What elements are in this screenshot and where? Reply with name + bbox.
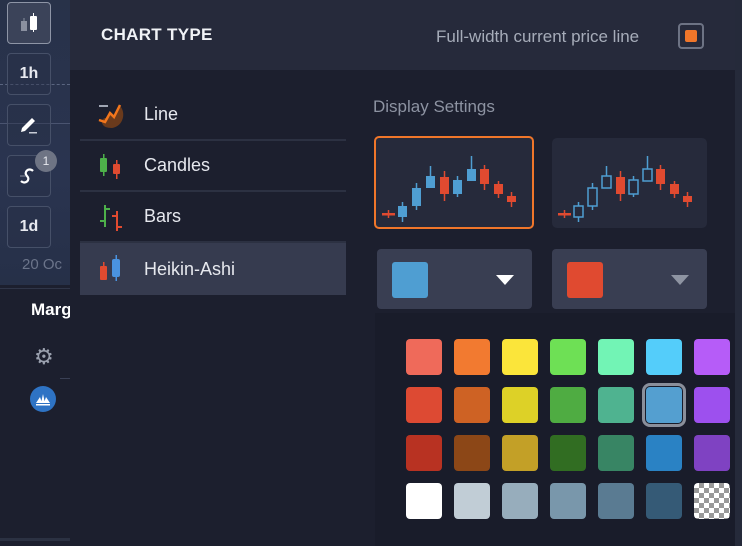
candle-body [440, 177, 449, 194]
period-label: 1d [19, 218, 39, 235]
color-swatch[interactable] [502, 483, 538, 519]
up-color-select[interactable] [377, 249, 532, 309]
timeframe-button[interactable]: 1h [7, 53, 51, 95]
chart-type-candles[interactable]: Candles [80, 141, 346, 192]
filled-candles-preview-icon [382, 156, 516, 222]
color-palette [375, 313, 735, 546]
candle-body [587, 187, 598, 207]
candle-body [382, 213, 395, 216]
candle-body [670, 184, 679, 194]
full-width-price-line-label: Full-width current price line [436, 27, 640, 46]
candle-body [398, 206, 407, 217]
color-swatch[interactable] [454, 387, 490, 423]
color-swatch[interactable] [550, 387, 586, 423]
up-color-swatch [392, 262, 428, 298]
chart-type-label: Candles [144, 155, 211, 175]
divider [60, 378, 70, 379]
chart-type-label: Heikin-Ashi [144, 258, 236, 279]
adidas-logo-icon [30, 386, 56, 412]
full-width-price-line-checkbox[interactable] [678, 23, 704, 49]
candle-body [656, 169, 665, 184]
candle-body [601, 175, 612, 189]
candle-body [467, 169, 476, 181]
candle-body [573, 205, 584, 218]
candle-body [683, 196, 692, 202]
color-swatch[interactable] [454, 339, 490, 375]
color-swatch-transparent[interactable] [694, 483, 730, 519]
checkbox-check [685, 30, 697, 42]
candle-body [412, 188, 421, 206]
candle-body [494, 184, 503, 194]
indicators-count-badge: 1 [35, 150, 57, 172]
date-axis-label: 20 Oc [22, 256, 63, 273]
display-style-filled[interactable] [374, 136, 534, 229]
timeframe-label: 1h [19, 65, 39, 82]
color-grid [406, 339, 730, 519]
chart-toolbar: 1h 1 1d [7, 2, 57, 257]
down-color-swatch [567, 262, 603, 298]
color-swatch[interactable] [550, 435, 586, 471]
color-swatch[interactable] [550, 339, 586, 375]
color-swatch[interactable] [598, 387, 634, 423]
chevron-down-icon [671, 275, 689, 285]
color-swatch[interactable] [598, 483, 634, 519]
candle-body [642, 168, 653, 182]
color-swatch[interactable] [502, 387, 538, 423]
indicators-button[interactable]: 1 [7, 150, 57, 197]
color-swatch[interactable] [406, 435, 442, 471]
color-swatch[interactable] [598, 339, 634, 375]
color-swatch[interactable] [502, 339, 538, 375]
chevron-down-icon [496, 275, 514, 285]
popup-title: CHART TYPE [101, 25, 213, 44]
chart-type-button[interactable] [7, 2, 51, 44]
divider [0, 288, 70, 289]
candle-body [628, 179, 639, 195]
chart-type-label: Bars [144, 206, 182, 226]
popup-header: CHART TYPE Full-width current price line [70, 0, 735, 70]
color-swatch[interactable] [646, 339, 682, 375]
color-swatch[interactable] [646, 435, 682, 471]
chart-type-label: Line [144, 104, 179, 124]
color-swatch[interactable] [406, 387, 442, 423]
chart-type-popup: CHART TYPE Full-width current price line… [70, 0, 735, 546]
heikin-ashi-icon [100, 255, 120, 281]
color-swatch[interactable] [406, 339, 442, 375]
candle-body [616, 177, 625, 194]
candle-body [507, 196, 516, 202]
color-swatch[interactable] [454, 483, 490, 519]
candle-body [558, 213, 571, 216]
bars-icon [100, 204, 122, 231]
candles-icon [100, 153, 120, 179]
display-settings-label: Display Settings [373, 97, 495, 116]
down-color-select[interactable] [552, 249, 707, 309]
panel-title: Marg [31, 300, 72, 319]
color-swatch[interactable] [694, 435, 730, 471]
line-chart-icon [98, 103, 124, 128]
color-swatch[interactable] [642, 383, 686, 427]
color-swatch[interactable] [646, 483, 682, 519]
color-swatch[interactable] [454, 435, 490, 471]
color-swatch[interactable] [694, 387, 730, 423]
period-button[interactable]: 1d [7, 206, 51, 248]
candle-body [453, 180, 462, 194]
candle-body [480, 169, 489, 184]
pencil-icon [21, 118, 37, 134]
chart-type-list: Line Candles Bars Heikin-Ashi [80, 90, 346, 295]
candle-body [426, 176, 435, 188]
heikin-ashi-candles-icon [21, 13, 37, 32]
color-swatch[interactable] [598, 435, 634, 471]
chart-type-bars[interactable]: Bars [80, 192, 346, 243]
chart-type-line[interactable]: Line [80, 90, 346, 141]
color-swatch[interactable] [550, 483, 586, 519]
gear-icon[interactable]: ⚙ [34, 344, 54, 370]
hollow-candles-preview-icon [558, 156, 692, 222]
scrollbar[interactable] [735, 0, 742, 546]
display-style-hollow[interactable] [552, 138, 707, 228]
chart-type-heikin-ashi[interactable]: Heikin-Ashi [80, 243, 346, 295]
color-swatch[interactable] [694, 339, 730, 375]
draw-tool-button[interactable] [7, 104, 51, 146]
color-swatch[interactable] [502, 435, 538, 471]
color-swatch[interactable] [406, 483, 442, 519]
